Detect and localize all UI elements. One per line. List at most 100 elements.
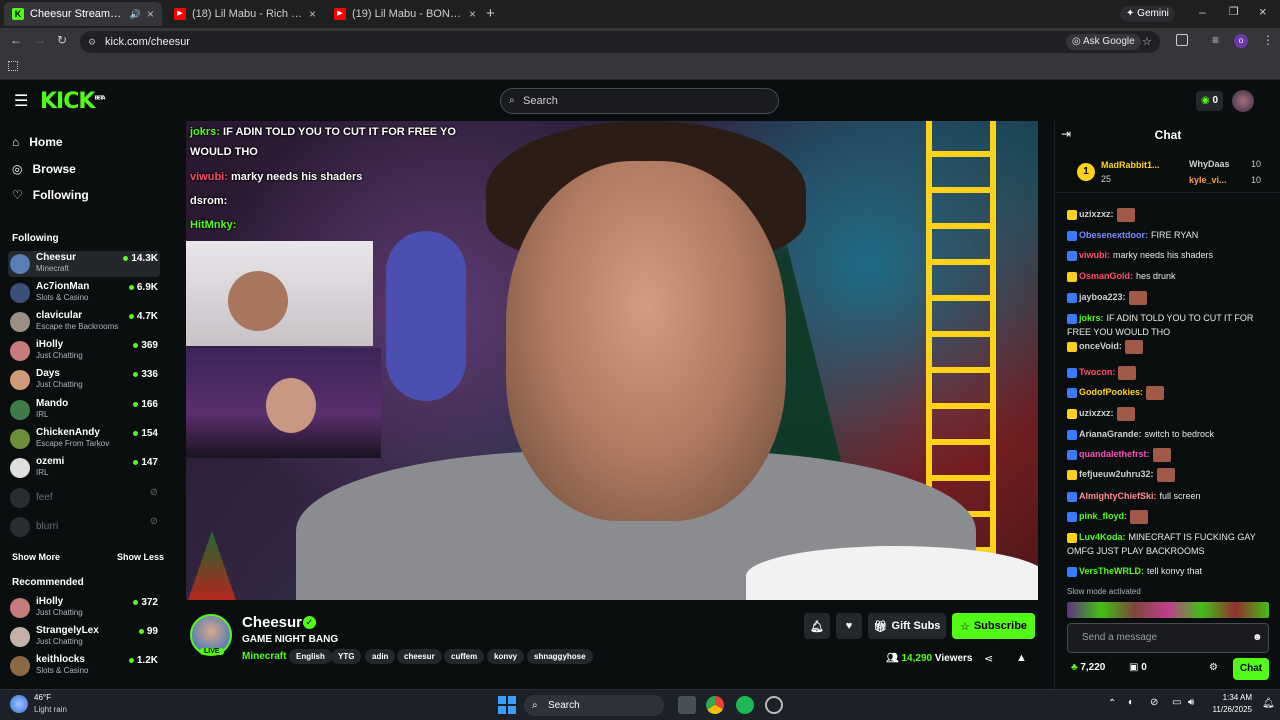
taskbar-search[interactable]: ⌕ Search	[524, 695, 664, 716]
chat-message[interactable]: uzixzxz:	[1067, 406, 1267, 421]
apps-grid-icon[interactable]	[8, 61, 18, 71]
emoji-icon[interactable]: ☻	[1252, 624, 1263, 652]
sidebar-channel-cheesur[interactable]: Cheesur Minecraft 14.3K	[8, 251, 160, 277]
tray-app-icon[interactable]: ◐	[1128, 697, 1134, 708]
back-icon[interactable]: ←	[10, 33, 22, 47]
chat-username[interactable]: Twocon:	[1079, 367, 1115, 377]
user-avatar[interactable]	[1232, 90, 1254, 112]
chat-username[interactable]: ArianaGrande:	[1079, 429, 1142, 439]
follow-button[interactable]: ♥	[836, 613, 862, 639]
chat-input[interactable]: Send a message ☻	[1067, 623, 1269, 653]
speaker-icon[interactable]: 🔊	[130, 9, 141, 20]
chat-username[interactable]: onceVoid:	[1079, 341, 1122, 351]
sidebar-recommended-iholly[interactable]: iHolly Just Chatting 372	[8, 595, 160, 621]
tag[interactable]: cuffem	[444, 649, 485, 664]
browser-tab-kick[interactable]: K Cheesur Stream - Watch Live 🔊 ×	[4, 2, 162, 26]
nav-browse[interactable]: ◎ Browse	[12, 162, 76, 176]
sidebar-channel-feef[interactable]: feef ⊘	[8, 485, 160, 511]
sidebar-channel-days[interactable]: Days Just Chatting 336	[8, 367, 160, 393]
notifications-icon[interactable]: 🔔︎	[1262, 698, 1275, 709]
leaderboard-name[interactable]: WhyDaas	[1189, 159, 1230, 169]
close-tab-icon[interactable]: ×	[469, 7, 476, 21]
chat-message[interactable]: ArianaGrande: switch to bedrock	[1067, 427, 1267, 441]
sidebar-recommended-strangelylex[interactable]: StrangelyLex Just Chatting 99	[8, 624, 160, 650]
bookmark-star-icon[interactable]: ☆	[1142, 31, 1152, 53]
chat-message[interactable]: onceVoid:	[1067, 339, 1267, 354]
chat-username[interactable]: OsmanGold:	[1079, 271, 1133, 281]
chat-message[interactable]: fefjueuw2uhru32:	[1067, 467, 1267, 482]
chat-message[interactable]: jayboa223:	[1067, 290, 1267, 305]
close-tab-icon[interactable]: ×	[309, 7, 316, 21]
chat-settings-icon[interactable]: ⚙	[1209, 662, 1218, 673]
leaderboard-name[interactable]: MadRabbit1...	[1101, 160, 1160, 170]
subscribe-button[interactable]: ☆ Subscribe	[952, 613, 1035, 639]
chat-username[interactable]: viwubi:	[1079, 250, 1110, 260]
chat-username[interactable]: quandalethefrst:	[1079, 449, 1150, 459]
emote-bar[interactable]	[1067, 602, 1269, 618]
task-view-icon[interactable]	[678, 696, 696, 714]
chat-username[interactable]: Obesenextdoor:	[1079, 230, 1148, 240]
tag[interactable]: adin	[365, 649, 396, 664]
clock-date[interactable]: 11/26/2025	[1208, 705, 1252, 714]
chat-message[interactable]: Twocon:	[1067, 365, 1267, 380]
gemini-button[interactable]: ✦ Gemini	[1120, 6, 1175, 22]
chat-message[interactable]: VersTheWRLD: tell konvy that	[1067, 564, 1267, 578]
media-icon[interactable]: ≡	[1212, 33, 1219, 47]
tag[interactable]: konvy	[487, 649, 525, 664]
profile-avatar[interactable]: o	[1234, 34, 1248, 48]
chat-username[interactable]: jokrs:	[1079, 313, 1104, 323]
chat-message[interactable]: jokrs: IF ADIN TOLD YOU TO CUT IT FOR FRE…	[1067, 311, 1267, 339]
report-icon[interactable]: ▲	[1016, 652, 1027, 664]
chat-message[interactable]: uzixzxz:	[1067, 207, 1267, 222]
extensions-icon[interactable]	[1176, 34, 1188, 46]
menu-dots-icon[interactable]: ⋮	[1262, 33, 1274, 47]
volume-icon[interactable]: 🔊︎	[1188, 697, 1194, 708]
sidebar-channel-blurri[interactable]: blurri ⊘	[8, 514, 160, 540]
channel-name[interactable]: Cheesur	[242, 614, 302, 631]
sidebar-recommended-keithlocks[interactable]: keithlocks Slots & Casino 1.2K	[8, 653, 160, 679]
maximize-button[interactable]: ❐	[1229, 5, 1239, 18]
network-icon[interactable]: ▭	[1172, 697, 1181, 708]
chat-username[interactable]: Luv4Koda:	[1079, 532, 1126, 542]
sidebar-channel-ozemi[interactable]: ozemi IRL 147	[8, 455, 160, 481]
chat-username[interactable]: pink_floyd:	[1079, 511, 1127, 521]
chat-username[interactable]: fefjueuw2uhru32:	[1079, 469, 1154, 479]
chat-username[interactable]: AlmightyChiefSki:	[1079, 491, 1157, 501]
leaderboard-name[interactable]: kyle_vi...	[1189, 175, 1227, 185]
weather-icon[interactable]	[10, 695, 28, 713]
steam-icon[interactable]	[765, 696, 783, 714]
forward-icon[interactable]: →	[34, 33, 46, 47]
clock-time[interactable]: 1:34 AM	[1218, 693, 1252, 702]
gift-subs-button[interactable]: 🎁︎ Gift Subs	[868, 613, 946, 639]
chat-username[interactable]: uzixzxz:	[1079, 209, 1114, 219]
chat-message[interactable]: AlmightyChiefSki: full screen	[1067, 489, 1267, 503]
tray-vpn-icon[interactable]: ⊘	[1150, 697, 1158, 708]
show-more-button[interactable]: Show More	[12, 552, 60, 562]
site-info-icon[interactable]: ⚙	[88, 31, 96, 53]
chat-message[interactable]: OsmanGold: hes drunk	[1067, 269, 1267, 283]
sidebar-channel-clavicular[interactable]: clavicular Escape the Backrooms 4.7K	[8, 309, 160, 335]
hamburger-menu-icon[interactable]: ☰	[14, 91, 28, 111]
chat-username[interactable]: VersTheWRLD:	[1079, 566, 1144, 576]
ask-google-button[interactable]: ◎ Ask Google	[1066, 34, 1141, 50]
notification-bell-button[interactable]: 🔔︎	[804, 613, 830, 639]
share-icon[interactable]: ⋖	[984, 652, 993, 665]
show-less-button[interactable]: Show Less	[117, 552, 164, 562]
chat-message[interactable]: GodofPookies:	[1067, 385, 1267, 400]
tag[interactable]: shnaggyhose	[527, 649, 593, 664]
minimize-button[interactable]: –	[1199, 5, 1206, 19]
reload-icon[interactable]: ↻	[57, 33, 67, 47]
search-input[interactable]: ⌕ Search	[500, 88, 779, 114]
kick-logo[interactable]: KICKBETA	[40, 89, 106, 114]
tag[interactable]: English	[289, 649, 332, 664]
chat-username[interactable]: GodofPookies:	[1079, 387, 1143, 397]
chat-message[interactable]: Luv4Koda: MINECRAFT IS FUCKING GAY OMFG J…	[1067, 530, 1267, 558]
browser-tab-youtube-1[interactable]: ▶ (18) Lil Mabu - Rich Scholar (In… ×	[166, 2, 324, 26]
close-window-button[interactable]: ×	[1259, 4, 1267, 19]
tag[interactable]: YTG	[331, 649, 362, 664]
nav-following[interactable]: ♡ Following	[12, 188, 89, 202]
chat-message[interactable]: Obesenextdoor: FIRE RYAN	[1067, 228, 1267, 242]
nav-home[interactable]: ⌂ Home	[12, 135, 63, 149]
sidebar-channel-ac7ionman[interactable]: Ac7ionMan Slots & Casino 6.9K	[8, 280, 160, 306]
sidebar-channel-chickenandy[interactable]: ChickenAndy Escape From Tarkov 154	[8, 426, 160, 452]
